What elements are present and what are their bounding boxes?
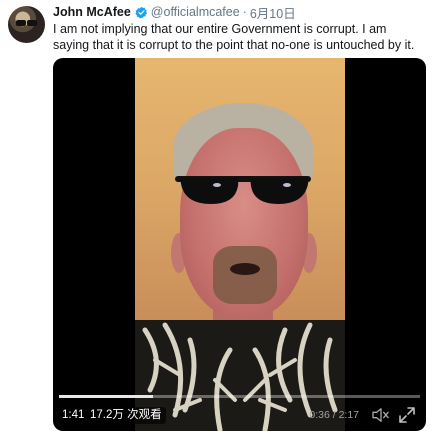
tweet-date[interactable]: 6月10日 [250, 3, 296, 22]
video-subject-sunglasses [175, 176, 311, 204]
video-subject-mouth [230, 263, 260, 275]
header-separator: · [242, 5, 247, 19]
video-frame [135, 58, 345, 431]
author-handle[interactable]: @officialmcafee [151, 5, 240, 19]
video-progress-fill [59, 395, 153, 398]
avatar-glasses-right [27, 20, 37, 26]
video-controls: 1:41 17.2万 次观看 0:36 / 2:17 [53, 395, 426, 431]
verified-badge-icon [135, 6, 147, 18]
tweet-text: I am not implying that our entire Govern… [53, 22, 415, 52]
video-subject-beard [213, 246, 277, 304]
video-time-display: 0:36 / 2:17 [309, 409, 359, 421]
tweet-header: John McAfee @officialmcafee · 6月10日 [53, 3, 296, 22]
author-name[interactable]: John McAfee [53, 5, 131, 19]
video-progress-bar[interactable] [59, 395, 420, 398]
tweet-card: John McAfee @officialmcafee · 6月10日 I am… [0, 0, 442, 438]
avatar[interactable] [8, 6, 45, 43]
video-views-badge: 17.2万 次观看 [86, 407, 166, 424]
expand-icon[interactable] [398, 406, 416, 424]
video-player[interactable]: 1:41 17.2万 次观看 0:36 / 2:17 [53, 58, 426, 431]
speaker-muted-icon[interactable] [372, 407, 390, 423]
avatar-glasses-left [16, 20, 26, 26]
video-elapsed-badge: 1:41 [58, 407, 89, 424]
